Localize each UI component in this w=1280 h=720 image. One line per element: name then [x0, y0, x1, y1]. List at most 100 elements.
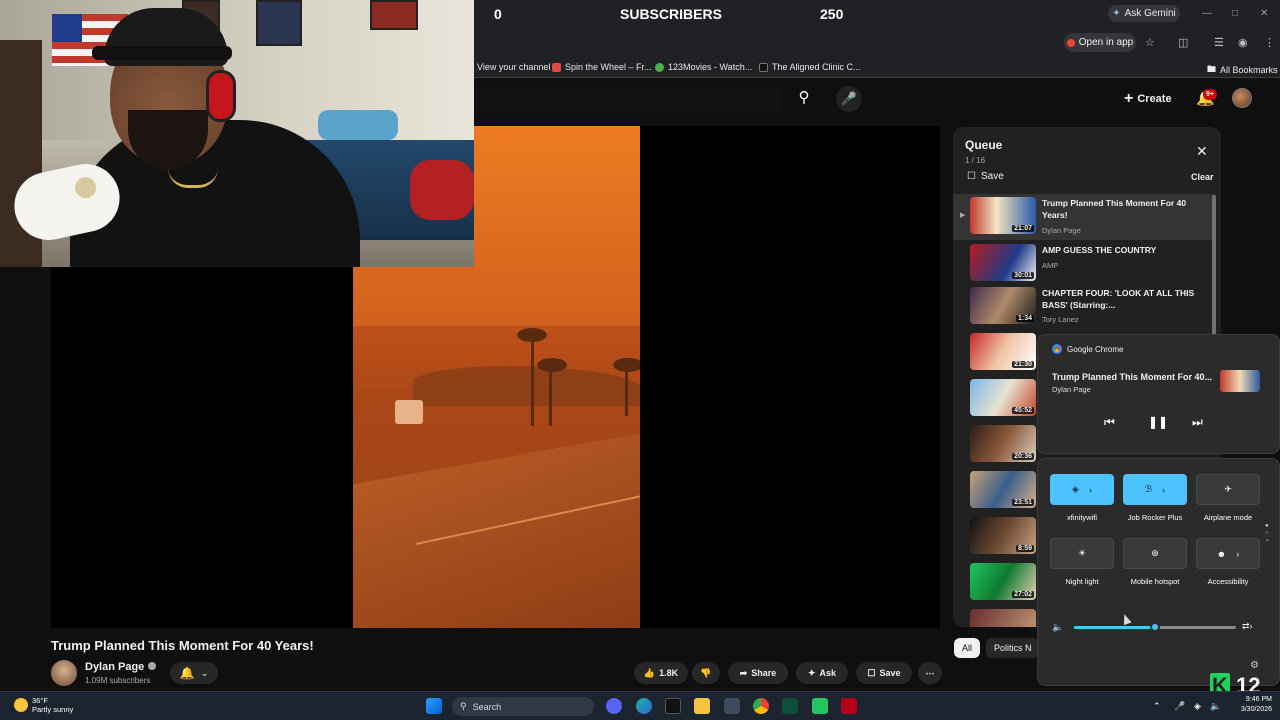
cast-icon[interactable]: ◫ — [1178, 36, 1188, 49]
search-icon[interactable]: ⚲ — [788, 88, 820, 112]
airplane-mode-toggle[interactable]: ✈ — [1196, 474, 1260, 505]
edge-icon[interactable] — [636, 698, 652, 714]
clear-queue-button[interactable]: Clear — [1191, 172, 1214, 182]
previous-track-icon[interactable]: ⏮ — [1104, 415, 1115, 430]
mic-tray-icon[interactable]: 🎤 — [1174, 701, 1185, 712]
next-track-icon[interactable]: ⏭ — [1192, 415, 1203, 430]
temperature: 36°F — [32, 696, 48, 705]
quick-settings-panel: ◈ › ℬ › ✈ xfinitywifi Job Rocker Plus Airp… — [1037, 458, 1280, 686]
minimize-icon[interactable]: — — [1202, 8, 1212, 19]
green-app-icon[interactable] — [812, 698, 828, 714]
bookmarks-bar: View your channel Spin the Wheel – Fr...… — [474, 56, 1280, 78]
create-button[interactable]: + Create — [1124, 88, 1172, 110]
more-menu-icon[interactable]: ⋮ — [1264, 36, 1275, 49]
mobile-hotspot-toggle[interactable]: ⊛ — [1123, 538, 1187, 569]
open-in-app-button[interactable]: Open in app — [1064, 33, 1136, 52]
volume-thumb[interactable] — [1150, 622, 1160, 632]
close-queue-icon[interactable]: ✕ — [1196, 143, 1208, 160]
chip-politics[interactable]: Politics N — [986, 638, 1038, 658]
close-window-icon[interactable]: ✕ — [1260, 8, 1268, 19]
queue-duration: 20:36 — [1012, 453, 1034, 460]
terminal-icon[interactable] — [782, 698, 798, 714]
store-icon[interactable] — [724, 698, 740, 714]
speaker-icon[interactable]: 🔈 — [1052, 622, 1063, 633]
night-light-toggle[interactable]: ☀ — [1050, 538, 1114, 569]
start-icon[interactable] — [426, 698, 442, 714]
audio-output-icon[interactable]: ⇄› — [1242, 621, 1253, 632]
chip-all[interactable]: All — [954, 638, 981, 658]
pillow — [318, 110, 398, 140]
like-button[interactable]: 👍 1.8K — [634, 662, 688, 684]
channel-avatar[interactable] — [51, 660, 77, 686]
file-explorer-icon[interactable] — [694, 698, 710, 714]
accessibility-toggle[interactable]: ☻ › — [1196, 538, 1260, 569]
queue-video-title: Trump Planned This Moment For 40 Years! — [1042, 198, 1187, 220]
media-controls-flyout: Google Chrome Trump Planned This Moment … — [1037, 334, 1280, 454]
tray-chevron-icon[interactable]: ⌃ — [1153, 701, 1161, 712]
volume-slider[interactable] — [1074, 622, 1236, 632]
youtube-icon — [1066, 38, 1075, 47]
share-button[interactable]: ➦ Share — [728, 662, 788, 684]
bookmark-star-icon[interactable]: ☆ — [1145, 36, 1155, 49]
queue-item[interactable]: 30:01 AMP GUESS THE COUNTRY AMP — [953, 241, 1215, 287]
subscriber-counter-start: 0 — [494, 6, 502, 22]
ask-button[interactable]: ✦ Ask — [796, 662, 848, 684]
wifi-toggle[interactable]: ◈ › — [1050, 474, 1114, 505]
discord-icon[interactable] — [606, 698, 622, 714]
ask-gemini-button[interactable]: ✦ Ask Gemini — [1108, 5, 1180, 22]
chevron-down-icon: ⌄ — [200, 667, 209, 678]
settings-gear-icon[interactable]: ⚙ — [1250, 660, 1259, 671]
bookmark-item[interactable]: The Aligned Clinic C... — [759, 62, 861, 72]
profile-icon[interactable]: ◉ — [1238, 36, 1248, 49]
more-icon: ⋯ — [925, 667, 935, 678]
wall-poster — [256, 0, 302, 46]
chrome-taskbar-icon[interactable] — [753, 698, 769, 714]
queue-thumbnail: 27:02 — [970, 563, 1036, 600]
spin-wheel-icon — [552, 62, 561, 72]
queue-duration: 45:52 — [1012, 407, 1034, 414]
maximize-icon[interactable]: □ — [1232, 8, 1238, 19]
subscription-bell-button[interactable]: 🔔 ⌄ — [170, 662, 218, 684]
weather-condition: Partly sunny — [32, 705, 74, 714]
queue-thumbnail: 21:30 — [970, 333, 1036, 370]
bluetooth-toggle[interactable]: ℬ › — [1123, 474, 1187, 505]
weather-widget[interactable]: 36°F Partly sunny — [14, 696, 73, 714]
microphone-icon[interactable]: 🎤 — [836, 86, 862, 112]
tiktok-icon[interactable] — [665, 698, 681, 714]
save-queue-button[interactable]: ☐ Save — [967, 171, 1004, 182]
acrobat-icon[interactable] — [841, 698, 857, 714]
now-playing-icon: ▶ — [960, 212, 966, 219]
taskbar: 36°F Partly sunny ⚲ Search ⌃ 🎤 ◈ 🔈 9:46 PM… — [0, 691, 1280, 720]
channel-name[interactable]: Dylan Page — [85, 661, 157, 673]
queue-item[interactable]: ▶ 21:07 Trump Planned This Moment For 40… — [953, 194, 1215, 240]
wifi-tray-icon[interactable]: ◈ — [1194, 701, 1201, 712]
queue-video-title: CHAPTER FOUR: 'LOOK AT ALL THIS BASS' (S… — [1042, 288, 1195, 310]
queue-scrollbar[interactable] — [1212, 195, 1216, 335]
bookmark-item[interactable]: View your channel — [477, 62, 550, 72]
bookmark-item[interactable]: 123Movies - Watch... — [655, 62, 752, 72]
taskbar-clock[interactable]: 9:46 PM 3/30/2026 — [1226, 695, 1272, 715]
queue-video-title: AMP GUESS THE COUNTRY — [1042, 245, 1157, 255]
palm-frond — [613, 358, 640, 372]
dislike-button[interactable]: 👎 — [692, 662, 720, 684]
queue-item[interactable]: 1:34 CHAPTER FOUR: 'LOOK AT ALL THIS BAS… — [953, 284, 1215, 330]
bookmark-item[interactable]: Spin the Wheel – Fr... — [552, 62, 652, 72]
queue-title: Queue — [965, 138, 1003, 152]
bell-icon: 🔔 — [179, 666, 195, 680]
reading-list-icon[interactable]: ☰ — [1214, 36, 1224, 49]
all-bookmarks-button[interactable]: 🖿 All Bookmarks — [1207, 62, 1278, 78]
chevron-right-icon: › — [1088, 484, 1092, 495]
page-dots-icon[interactable]: ● ○ ⌄ — [1265, 523, 1270, 544]
more-actions-button[interactable]: ⋯ — [918, 662, 942, 684]
save-button[interactable]: ☐ Save — [856, 662, 912, 684]
mobile-hotspot-label: Mobile hotspot — [1130, 577, 1180, 586]
account-avatar[interactable] — [1232, 88, 1252, 108]
taskbar-search[interactable]: ⚲ Search — [452, 697, 594, 716]
ask-label: Ask — [819, 668, 837, 678]
search-input[interactable] — [474, 87, 782, 113]
queue-thumbnail — [970, 609, 1036, 627]
volume-tray-icon[interactable]: 🔈 — [1210, 701, 1221, 712]
pause-icon[interactable]: ❚❚ — [1148, 415, 1168, 429]
address-bar[interactable] — [474, 30, 1280, 56]
subscriber-count: 1.09M subscribers — [85, 676, 151, 685]
